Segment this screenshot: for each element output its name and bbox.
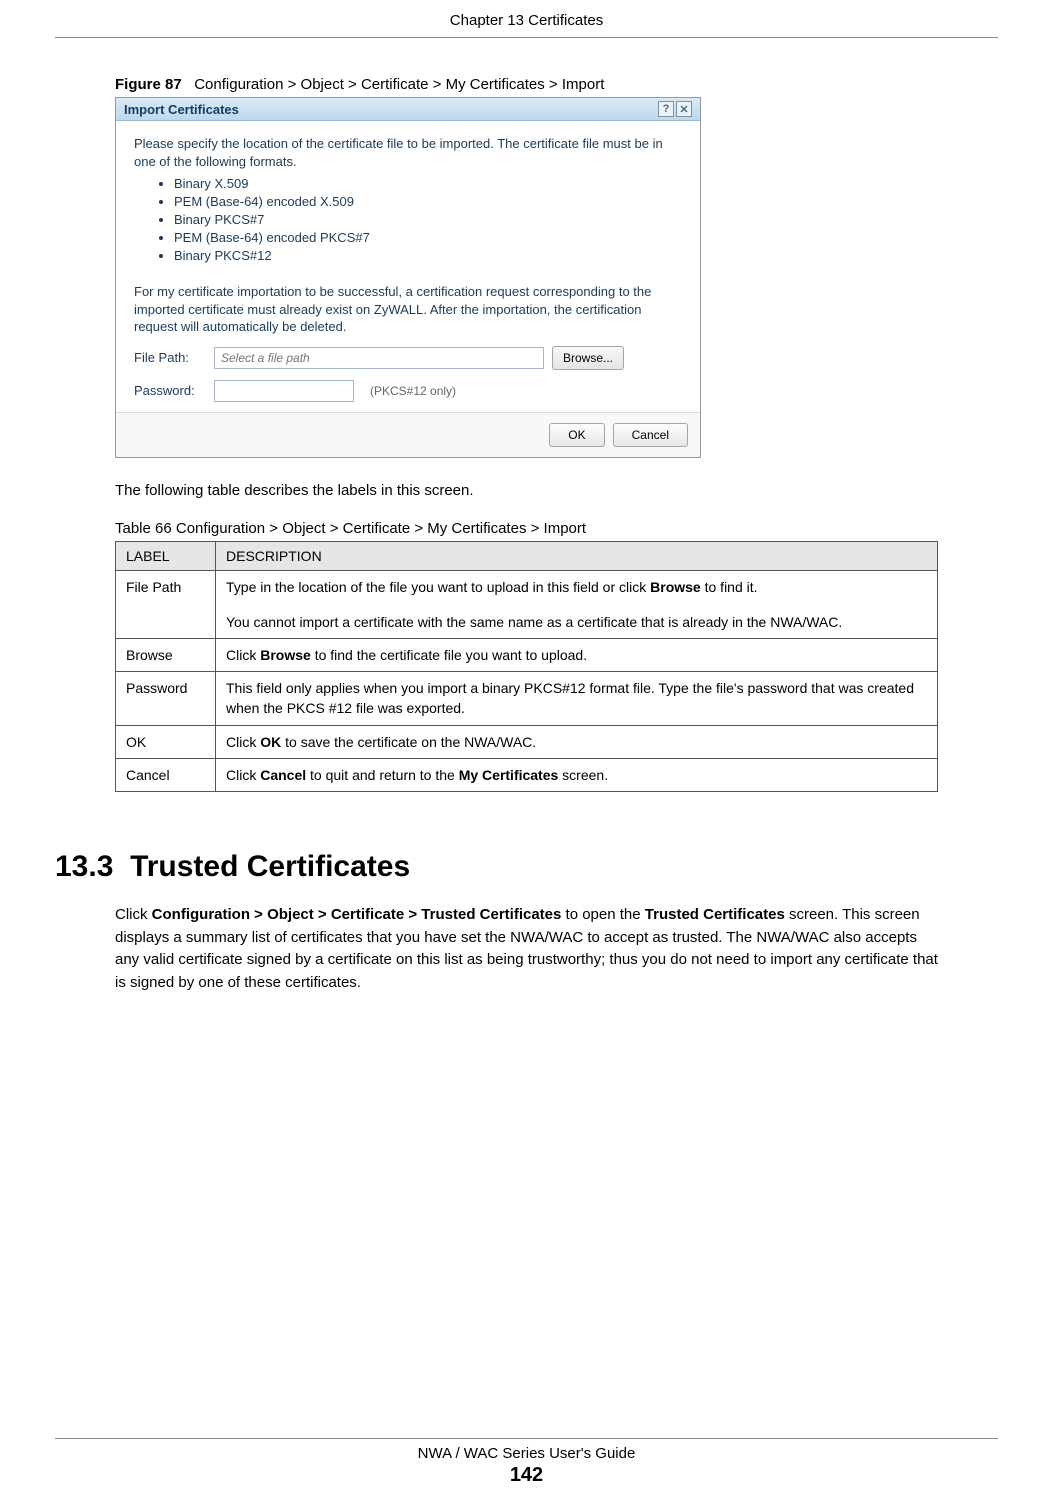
file-path-label: File Path: xyxy=(134,350,206,365)
cell-label: Password xyxy=(116,672,216,726)
section-heading: 13.3 Trusted Certificates xyxy=(55,850,998,884)
password-label: Password: xyxy=(134,383,206,398)
divider-bottom xyxy=(55,1438,998,1439)
ok-button[interactable]: OK xyxy=(549,423,604,447)
cell-description: Click Browse to find the certificate fil… xyxy=(216,638,938,671)
browse-button[interactable]: Browse... xyxy=(552,346,624,370)
cell-description: Click Cancel to quit and return to the M… xyxy=(216,759,938,792)
close-icon[interactable]: ✕ xyxy=(676,101,692,117)
import-certificates-dialog: Import Certificates ? ✕ Please specify t… xyxy=(115,97,701,458)
dialog-titlebar: Import Certificates ? ✕ xyxy=(116,98,700,121)
table-row: Cancel Click Cancel to quit and return t… xyxy=(116,759,938,792)
chapter-header: Chapter 13 Certificates xyxy=(55,0,998,37)
table-header-label: LABEL xyxy=(116,542,216,571)
cell-label: File Path xyxy=(116,571,216,639)
dialog-intro: Please specify the location of the certi… xyxy=(134,135,682,170)
file-path-input[interactable] xyxy=(214,347,544,369)
cell-label: OK xyxy=(116,725,216,758)
footer-page-number: 142 xyxy=(0,1464,1053,1487)
figure-caption: Figure 87 Configuration > Object > Certi… xyxy=(115,76,998,93)
list-item: PEM (Base-64) encoded X.509 xyxy=(174,194,682,209)
table-row: Password This field only applies when yo… xyxy=(116,672,938,726)
cell-label: Browse xyxy=(116,638,216,671)
section-body: Click Configuration > Object > Certifica… xyxy=(115,904,938,994)
table-row: File Path Type in the location of the fi… xyxy=(116,571,938,639)
cell-description: Click OK to save the certificate on the … xyxy=(216,725,938,758)
password-input[interactable] xyxy=(214,380,354,402)
help-icon[interactable]: ? xyxy=(658,101,674,117)
list-item: Binary X.509 xyxy=(174,176,682,191)
list-item: Binary PKCS#7 xyxy=(174,212,682,227)
cancel-button[interactable]: Cancel xyxy=(613,423,688,447)
page-footer: NWA / WAC Series User's Guide 142 xyxy=(0,1438,1053,1487)
divider-top xyxy=(55,37,998,38)
format-list: Binary X.509 PEM (Base-64) encoded X.509… xyxy=(174,176,682,263)
table-header-description: DESCRIPTION xyxy=(216,542,938,571)
cell-label: Cancel xyxy=(116,759,216,792)
list-item: PEM (Base-64) encoded PKCS#7 xyxy=(174,230,682,245)
cell-description: This field only applies when you import … xyxy=(216,672,938,726)
dialog-note: For my certificate importation to be suc… xyxy=(134,283,682,336)
cell-description: Type in the location of the file you wan… xyxy=(216,571,938,639)
description-table: LABEL DESCRIPTION File Path Type in the … xyxy=(115,541,938,792)
table-row: OK Click OK to save the certificate on t… xyxy=(116,725,938,758)
table-row: Browse Click Browse to find the certific… xyxy=(116,638,938,671)
password-hint: (PKCS#12 only) xyxy=(370,384,456,398)
list-item: Binary PKCS#12 xyxy=(174,248,682,263)
dialog-title: Import Certificates xyxy=(124,102,239,117)
table-caption: Table 66 Configuration > Object > Certif… xyxy=(115,520,938,537)
footer-guide-title: NWA / WAC Series User's Guide xyxy=(0,1445,1053,1462)
after-figure-text: The following table describes the labels… xyxy=(115,480,938,503)
